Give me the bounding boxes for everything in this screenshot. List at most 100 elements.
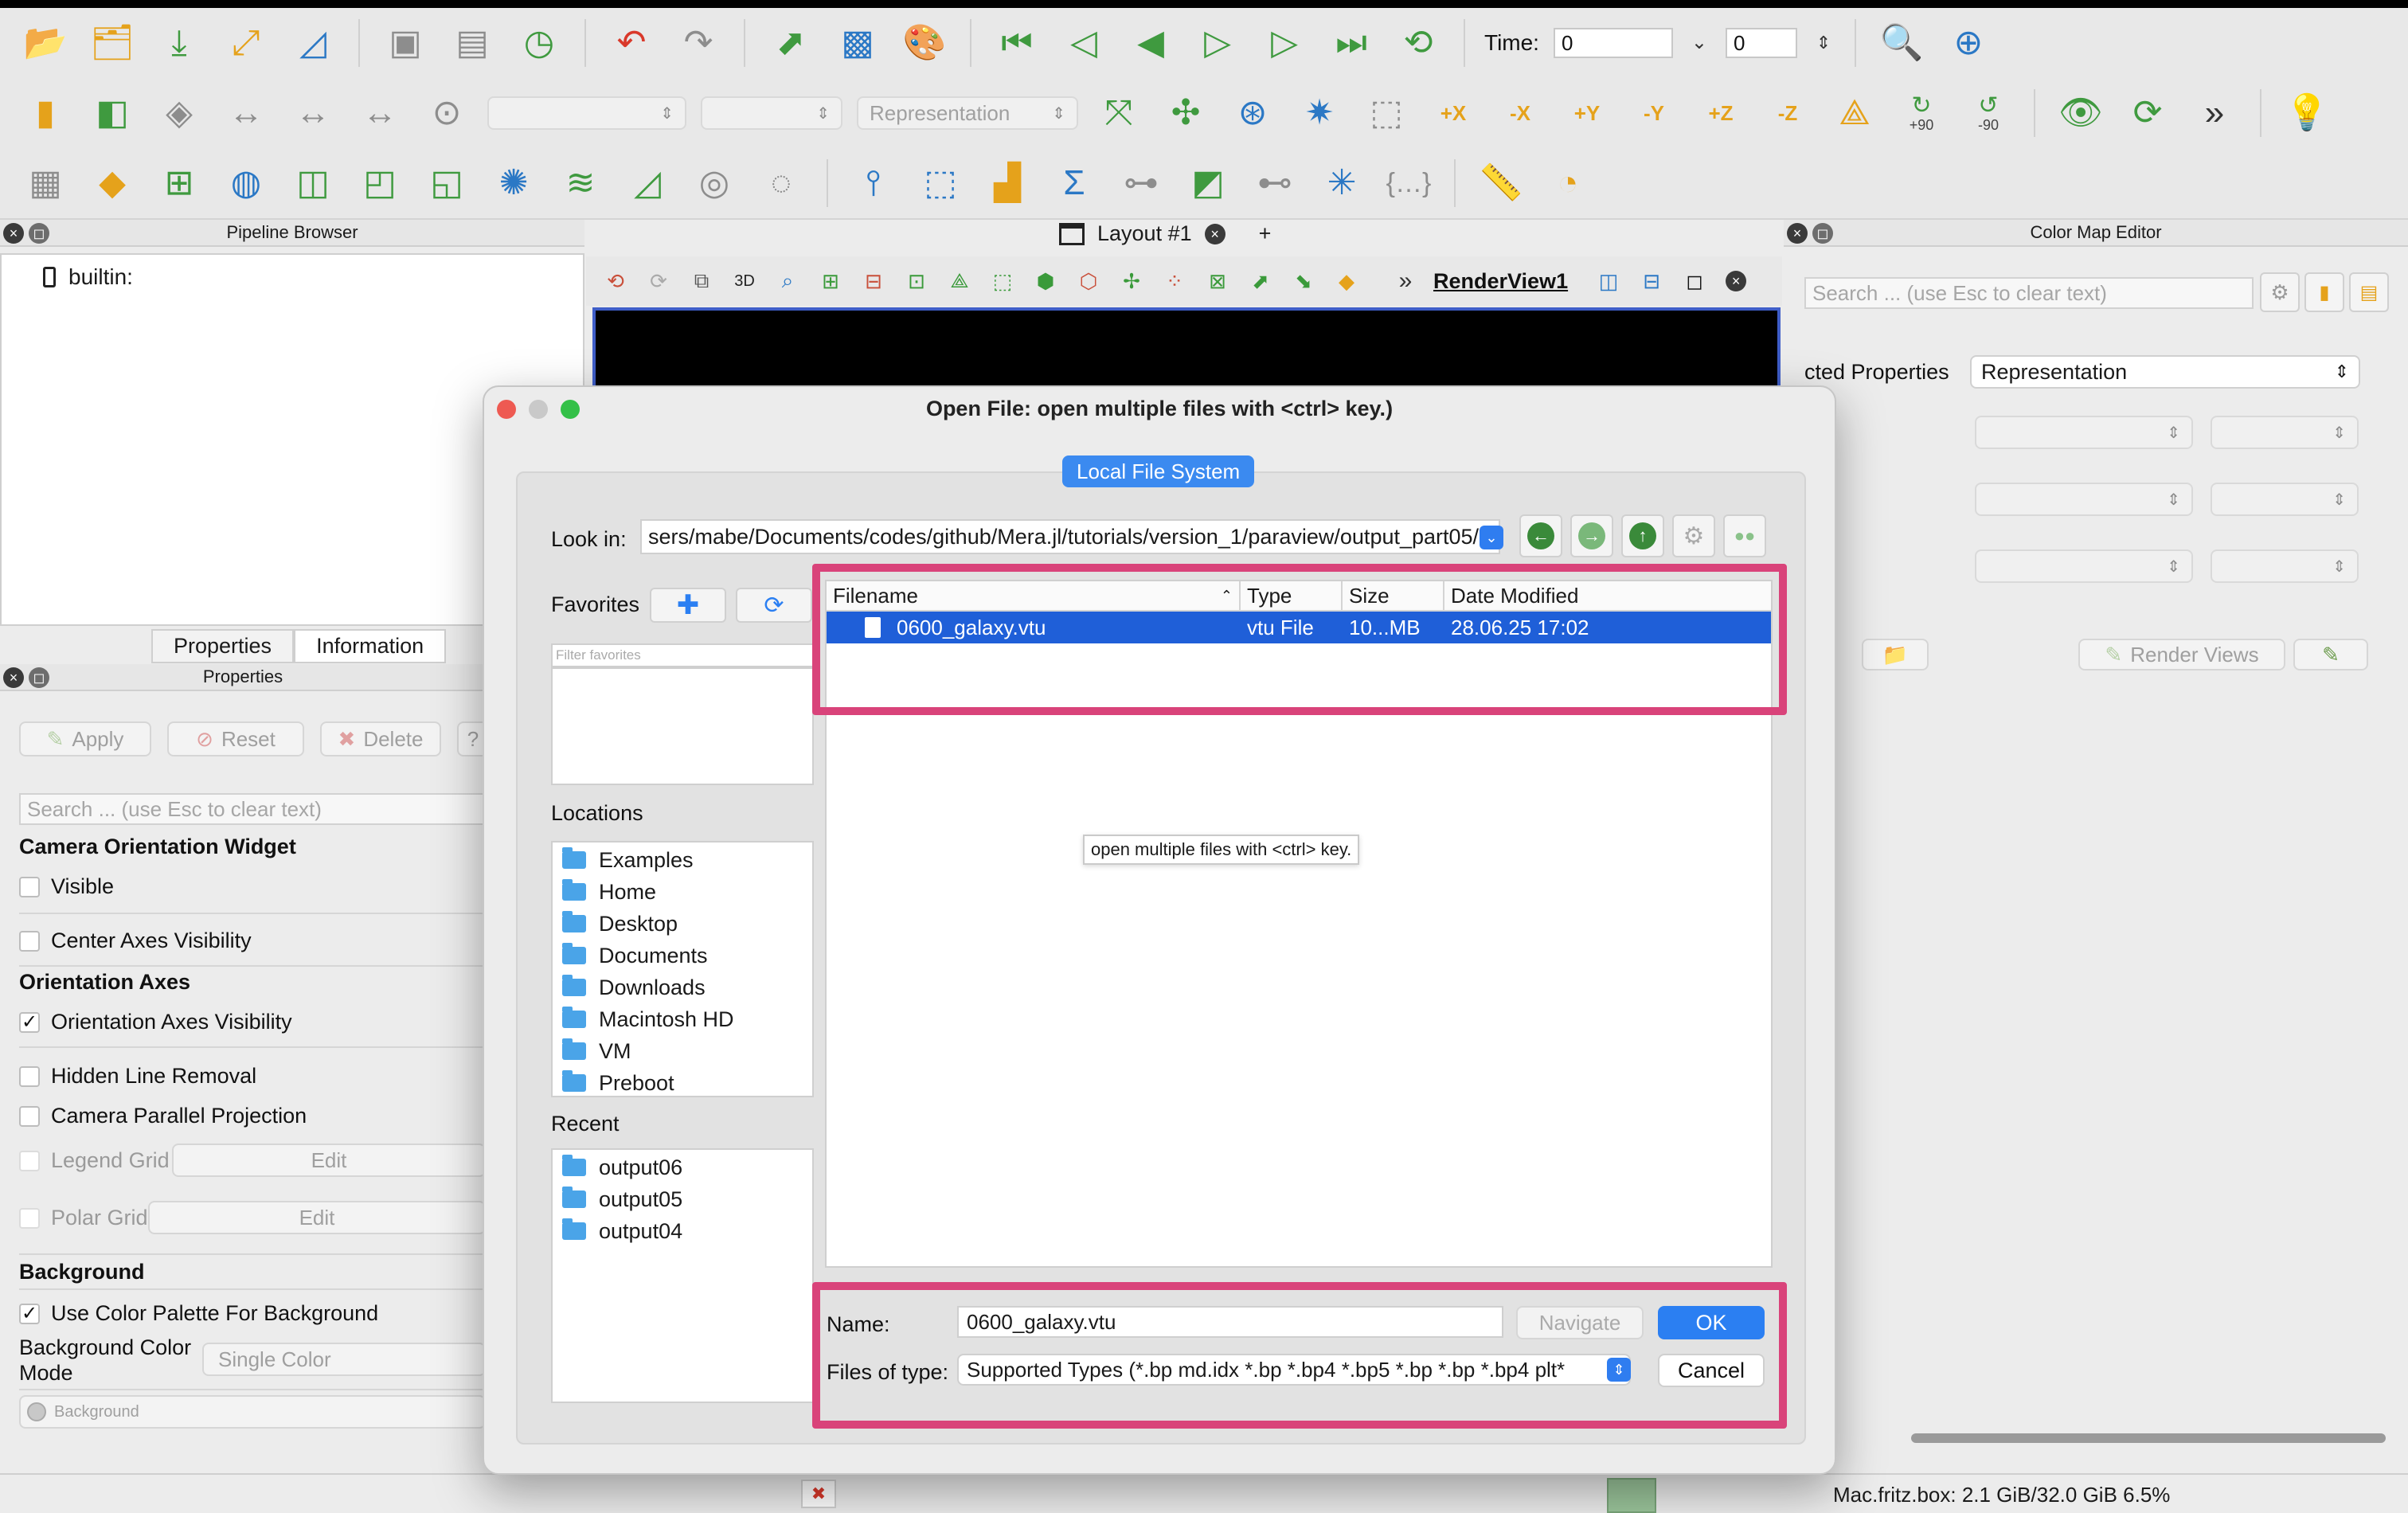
look-in-field[interactable]: sers/mabe/Documents/codes/github/Mera.jl… — [640, 519, 1500, 554]
close-view-icon[interactable]: × — [1726, 271, 1747, 291]
isometric-view-icon[interactable]: ⟁ — [1828, 87, 1881, 139]
open-folder-icon[interactable]: 📂 — [19, 17, 72, 69]
property-select[interactable]: ⇕ — [2211, 549, 2359, 583]
screenshot-icon[interactable]: ▩ — [831, 17, 884, 69]
interactive-select-icon[interactable]: ✢ — [1113, 263, 1150, 299]
time-step-input[interactable]: 0 — [1725, 28, 1797, 58]
location-item[interactable]: Documents — [553, 940, 812, 972]
view-plus-z-icon[interactable]: +Z — [1695, 87, 1747, 139]
close-icon[interactable]: × — [3, 223, 24, 244]
colormap-icon[interactable]: ▮ — [2304, 272, 2344, 312]
rescale-visible-icon[interactable]: ⊙ — [420, 87, 473, 139]
pipeline-source-item[interactable]: builtin: — [43, 264, 133, 290]
clear-selection-icon[interactable]: ◆ — [1328, 263, 1365, 299]
navigate-button[interactable]: Navigate — [1516, 1306, 1644, 1339]
ruler-icon[interactable]: 📏 — [1475, 157, 1527, 209]
ok-button[interactable]: OK — [1658, 1306, 1765, 1339]
favorites-filter-input[interactable]: Filter favorites — [551, 643, 814, 667]
reset-view-icon[interactable]: ⟳ — [640, 263, 677, 299]
redo-icon[interactable]: ↷ — [672, 17, 725, 69]
protractor-icon[interactable]: ◔ — [1542, 157, 1594, 209]
rotate-plus90-icon[interactable]: ↻ +90 — [1895, 87, 1948, 139]
hover-points-icon[interactable]: ⁘ — [1156, 263, 1193, 299]
favorites-list[interactable] — [551, 667, 814, 785]
apply-button[interactable]: ✎ Apply — [19, 721, 151, 756]
property-select[interactable]: ⇕ — [1975, 416, 2193, 449]
select-polygon-icon[interactable]: ⬡ — [1070, 263, 1107, 299]
more-icon[interactable]: » — [2188, 87, 2241, 139]
python-script-icon[interactable]: {…} — [1382, 157, 1435, 209]
float-icon[interactable]: ◻ — [1812, 223, 1833, 244]
plot-over-line-icon[interactable]: ⬚ — [914, 157, 967, 209]
look-in-dropdown-icon[interactable]: ⌄ — [1480, 526, 1503, 549]
property-select[interactable]: ⇕ — [2211, 416, 2359, 449]
plot-selection-icon[interactable]: ⬊ — [1285, 263, 1322, 299]
palette-icon[interactable]: 🎨 — [898, 17, 951, 69]
add-layout-tab-button[interactable]: + — [1259, 221, 1272, 246]
view-minus-y-icon[interactable]: -Y — [1628, 87, 1680, 139]
zoom-to-box-icon[interactable]: ⬚ — [1360, 87, 1413, 139]
location-item[interactable]: Macintosh HD — [553, 1003, 812, 1035]
float-icon[interactable]: ◻ — [29, 667, 49, 688]
toggle-3d-button[interactable]: 3D — [726, 263, 763, 299]
apply-render-views-button[interactable]: ✎ — [2293, 639, 2368, 670]
files-of-type-select[interactable]: Supported Types (*.bp md.idx *.bp *.bp4 … — [957, 1354, 1631, 1386]
representation-select[interactable]: Representation ⇕ — [857, 96, 1078, 130]
close-tab-icon[interactable]: × — [1204, 223, 1226, 244]
calculator-icon[interactable]: ▦ — [19, 157, 72, 209]
location-item[interactable]: Desktop — [553, 908, 812, 940]
orientation-axes-visibility-checkbox[interactable]: ✓ Orientation Axes Visibility — [19, 1010, 292, 1034]
warp-icon[interactable]: ≋ — [554, 157, 607, 209]
render-views-button[interactable]: ✎ Render Views — [2078, 639, 2285, 670]
last-frame-icon[interactable]: ⏭ — [1325, 17, 1378, 69]
first-frame-icon[interactable]: ⏮ — [991, 17, 1043, 69]
select-cells-icon[interactable]: ⟁ — [941, 263, 978, 299]
zoom-box-icon[interactable]: ✷ — [1293, 87, 1346, 139]
extract-selection-icon[interactable]: ⬈ — [1242, 263, 1279, 299]
render-view-name[interactable]: RenderView1 — [1433, 269, 1568, 294]
play-icon[interactable]: ▷ — [1191, 17, 1244, 69]
loop-icon[interactable]: ⟲ — [1392, 17, 1444, 69]
chevron-down-icon[interactable]: ⌄ — [1687, 17, 1711, 69]
add-favorite-button[interactable]: ✚ — [650, 588, 726, 623]
polar-grid-edit-button[interactable]: Edit — [148, 1201, 486, 1234]
next-frame-icon[interactable]: ▷ — [1258, 17, 1311, 69]
color-map-search-input[interactable]: Search ... (use Esc to clear text) — [1804, 277, 2254, 309]
glyph-icon[interactable]: ◱ — [420, 157, 473, 209]
close-icon[interactable]: × — [3, 667, 24, 688]
contour-icon[interactable]: ◆ — [86, 157, 139, 209]
location-item[interactable]: Downloads — [553, 972, 812, 1003]
lightbulb-icon[interactable]: 💡 — [2281, 87, 2333, 139]
disconnect-icon[interactable]: ◿ — [287, 17, 339, 69]
interaction-icon[interactable]: ⌕ — [769, 263, 806, 299]
use-color-palette-checkbox[interactable]: ✓ Use Color Palette For Background — [19, 1301, 378, 1326]
forward-button[interactable]: → — [1570, 514, 1613, 557]
load-state-icon[interactable]: ▣ — [379, 17, 432, 69]
select-block-icon[interactable]: ⬢ — [1027, 263, 1064, 299]
horizontal-scrollbar[interactable] — [1911, 1433, 2386, 1443]
deselect-icon[interactable]: ⊟ — [855, 263, 892, 299]
reset-camera-icon[interactable]: ⤧ — [1093, 87, 1145, 139]
select-frustum-icon[interactable]: ⬚ — [984, 263, 1021, 299]
show-hidden-button[interactable]: ●● — [1723, 514, 1766, 557]
refresh-favorites-button[interactable]: ⟳ — [736, 588, 812, 623]
settings-button[interactable]: ⚙ — [1672, 514, 1715, 557]
cancel-button[interactable]: Cancel — [1658, 1354, 1765, 1387]
legend-grid-edit-button[interactable]: Edit — [172, 1144, 486, 1177]
select-points-icon[interactable]: ⊞ — [812, 263, 849, 299]
color-legend-icon[interactable]: ▮ — [19, 87, 72, 139]
visible-checkbox[interactable]: Visible — [19, 874, 114, 899]
sum-icon[interactable]: Σ — [1048, 157, 1100, 209]
zoom-to-data-icon[interactable]: ✣ — [1159, 87, 1212, 139]
view-minus-x-icon[interactable]: -X — [1494, 87, 1546, 139]
edit-plot-icon[interactable]: ◩ — [1182, 157, 1234, 209]
stream-tracer-icon[interactable]: ✺ — [487, 157, 540, 209]
more-icon[interactable]: » — [1387, 263, 1424, 299]
camera-undo-icon[interactable]: ⬈ — [764, 17, 817, 69]
camera-parallel-projection-checkbox[interactable]: Camera Parallel Projection — [19, 1104, 307, 1128]
properties-search-input[interactable]: Search ... (use Esc to clear text) — [19, 793, 486, 825]
rescale-range-icon[interactable]: ↔ — [220, 87, 272, 139]
undo-icon[interactable]: ↶ — [605, 17, 658, 69]
location-item[interactable]: Home — [553, 876, 812, 908]
tab-information[interactable]: Information — [294, 629, 447, 663]
